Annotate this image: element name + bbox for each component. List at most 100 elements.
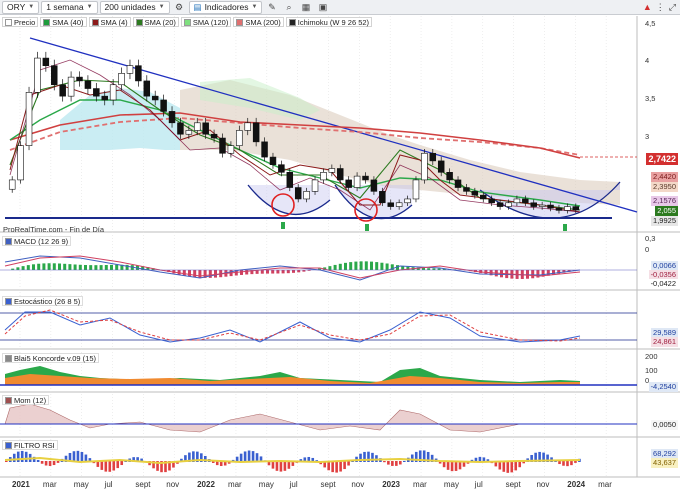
candle-body <box>513 198 521 204</box>
save-icon[interactable]: ▣ <box>315 1 330 14</box>
watermark: ProRealTime.com - Fin de Día <box>3 225 105 234</box>
mom-tag: 0,0050 <box>651 420 678 430</box>
candle-body <box>34 57 41 93</box>
timeframe-selector[interactable]: 1 semana ▼ <box>41 0 98 14</box>
koncorde-tag: -4,2540 <box>648 382 678 392</box>
time-axis-label: nov <box>536 480 550 489</box>
macd-bar <box>73 264 77 270</box>
swatch <box>91 18 99 26</box>
rsi-bar <box>5 461 8 462</box>
candle-body <box>126 65 134 74</box>
macd-bar <box>271 270 275 274</box>
rsi-bar <box>399 461 402 465</box>
candle-body <box>252 122 260 143</box>
swatch <box>183 18 191 26</box>
macd-bar <box>188 270 191 277</box>
legend-item-sma40[interactable]: SMA (40) <box>40 17 87 27</box>
stoch-label[interactable]: Estocástico (26 8 5) <box>2 296 84 306</box>
macd-bar <box>349 262 353 270</box>
time-axis-label: may <box>258 480 274 489</box>
candle-body <box>227 145 235 154</box>
template-icon[interactable]: ▦ <box>298 1 313 14</box>
rsi-bar <box>44 461 48 466</box>
macd-bar <box>276 270 280 274</box>
settings-icon[interactable]: ⚙ <box>172 1 187 14</box>
koncorde-label[interactable]: Blai5 Koncorde v.09 (15) <box>2 353 99 363</box>
legend-item-ichimoku[interactable]: Ichimoku (W 9 26 52) <box>285 17 373 27</box>
expand-icon[interactable]: ⤢ <box>669 2 676 13</box>
time-axis-label: 2022 <box>197 480 215 489</box>
rsi-bar <box>574 461 577 463</box>
candle-body <box>25 92 33 146</box>
candle-body <box>210 133 218 139</box>
rsi-bar <box>502 461 506 472</box>
candle-body <box>261 141 268 158</box>
rsi-pane[interactable] <box>0 438 637 476</box>
macd-bar <box>110 264 113 270</box>
chart-canvas[interactable] <box>0 16 680 491</box>
indicators-button[interactable]: ▤ Indicadores ▼ <box>188 0 263 14</box>
macd-bar <box>380 262 384 270</box>
macd-bar <box>214 270 217 278</box>
legend-item-sma20[interactable]: SMA (20) <box>132 17 179 27</box>
legend-item-sma120[interactable]: SMA (120) <box>180 17 232 27</box>
legend-item-sma4[interactable]: SMA (4) <box>88 17 131 27</box>
macd-bar <box>32 264 35 270</box>
candle-body <box>311 179 319 192</box>
time-axis-label: mar <box>413 480 427 489</box>
candle-body <box>42 57 50 66</box>
rsi-bar <box>100 461 104 470</box>
candle-body <box>219 137 226 154</box>
swatch <box>5 18 12 26</box>
legend-item-price[interactable]: Precio <box>2 17 39 27</box>
rsi-bar <box>239 453 243 462</box>
stoch-tag: 24,861 <box>651 337 678 347</box>
candle-body <box>294 187 302 200</box>
candle-body <box>480 194 487 200</box>
symbol-selector[interactable]: ORY ▼ <box>2 0 40 14</box>
legend-label: SMA (200) <box>245 17 281 27</box>
candle-body <box>194 122 201 131</box>
candle-body <box>530 202 537 207</box>
macd-bar <box>104 265 108 270</box>
rsi-bar <box>40 461 44 464</box>
candle-body <box>337 168 344 181</box>
alert-icon[interactable]: ▲ <box>643 2 652 12</box>
candle-body <box>109 84 117 101</box>
candle-body <box>17 145 24 181</box>
more-options-icon[interactable]: ⋮ <box>656 2 665 13</box>
candle-body <box>505 202 512 207</box>
mom-label[interactable]: Mom (12) <box>2 395 50 405</box>
time-axis-label: 2024 <box>567 480 586 489</box>
legend-item-sma200[interactable]: SMA (200) <box>233 17 284 27</box>
zoom-icon[interactable]: ⌕ <box>281 1 296 14</box>
rsi-bar <box>112 461 116 471</box>
macd-bar <box>364 261 368 270</box>
macd-label[interactable]: MACD (12 26 9) <box>2 236 72 246</box>
macd-bar <box>552 270 555 275</box>
rsi-label[interactable]: FILTRO RSI <box>2 440 58 450</box>
rsi-bar <box>506 461 510 473</box>
units-selector[interactable]: 200 unidades ▼ <box>99 0 170 14</box>
rsi-bar <box>247 450 251 462</box>
macd-bar <box>99 265 103 270</box>
candle-body <box>168 111 176 124</box>
candle-body <box>412 179 420 200</box>
candle-body <box>84 80 92 89</box>
macd-bar <box>42 263 46 270</box>
macd-bar <box>385 263 389 270</box>
rsi-bar <box>56 461 60 463</box>
macd-bar <box>354 261 358 270</box>
rsi-bar <box>24 451 28 462</box>
rsi-bar <box>76 450 80 462</box>
stoch-pane[interactable] <box>0 292 637 347</box>
rsi-bar <box>403 460 406 462</box>
swatch <box>5 396 12 404</box>
time-axis-label: nov <box>166 480 180 489</box>
draw-tool-icon[interactable]: ✎ <box>264 1 279 14</box>
candle-body <box>8 179 16 190</box>
macd-bar <box>58 263 61 270</box>
time-axis-label: nov <box>351 480 365 489</box>
macd-bar <box>63 263 67 270</box>
macd-bar <box>21 266 25 270</box>
